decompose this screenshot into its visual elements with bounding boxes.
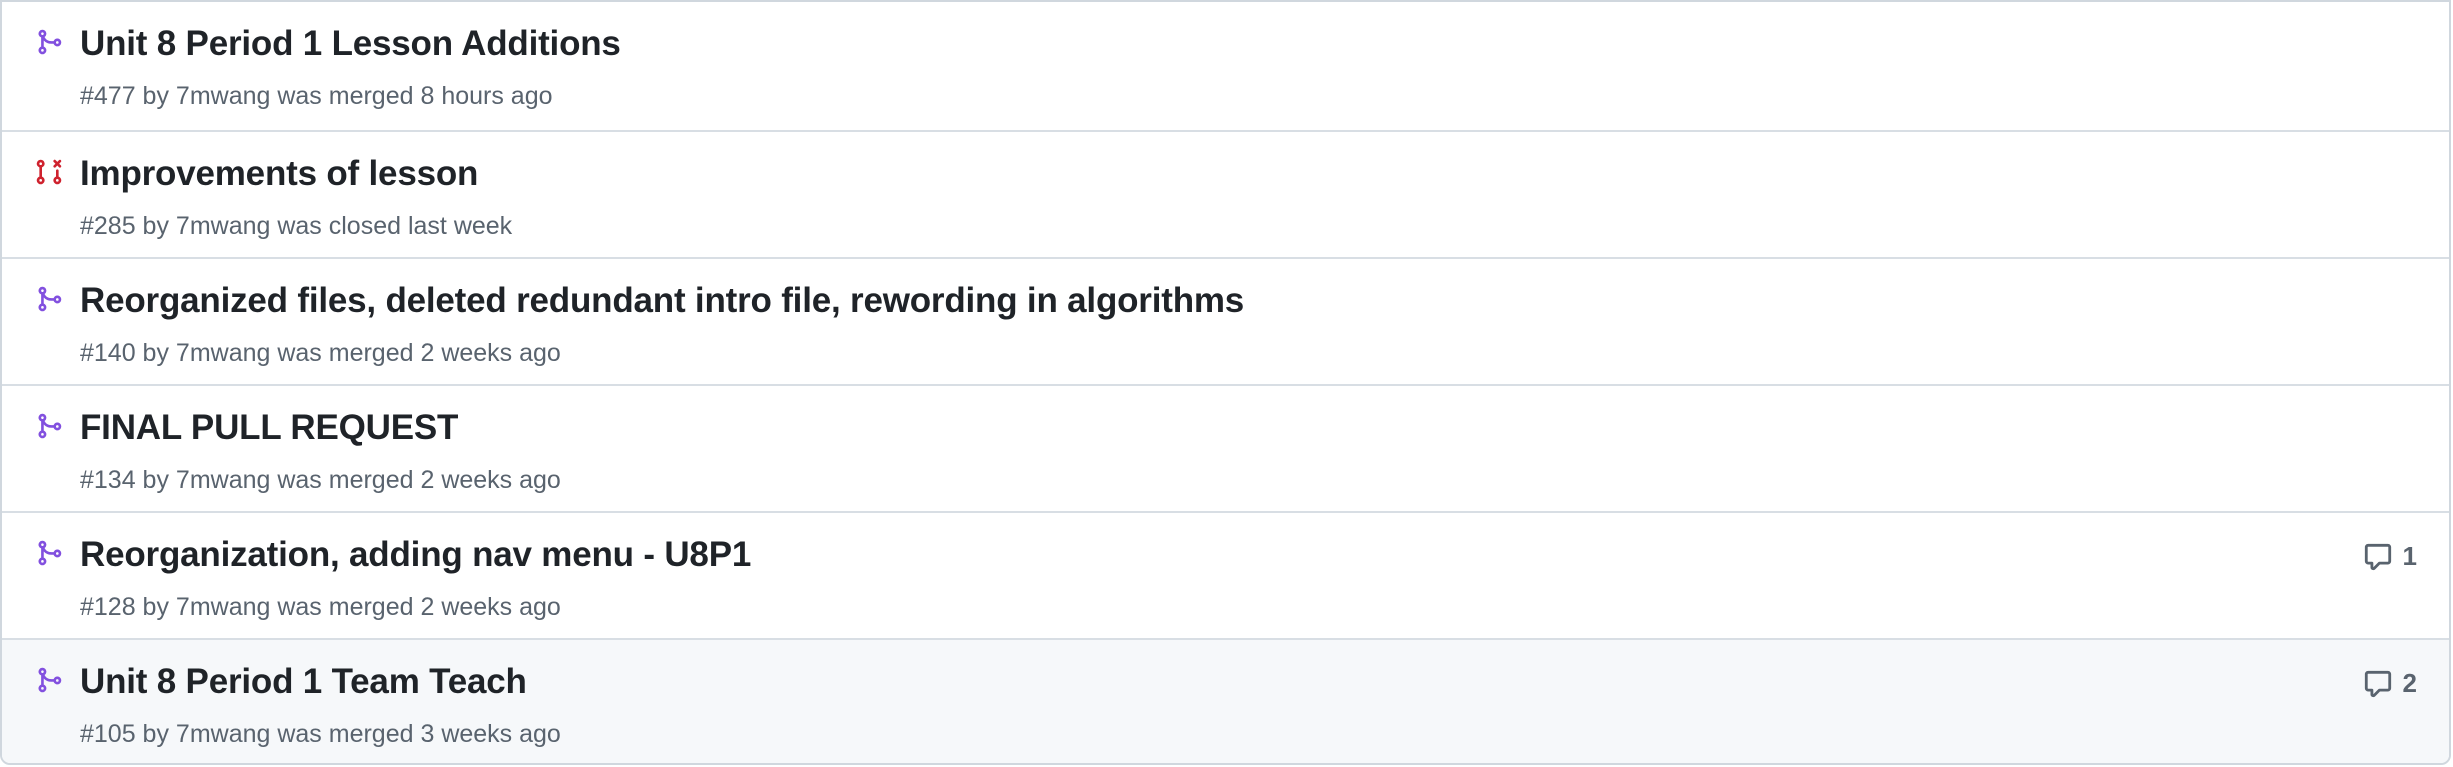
git-pull-request-closed-icon: [35, 158, 63, 186]
pull-request-meta: #477 by 7mwang was merged 8 hours ago: [80, 82, 553, 110]
comments-link[interactable]: 2: [2363, 668, 2417, 699]
comments-link[interactable]: 1: [2363, 541, 2417, 572]
pull-request-row[interactable]: Unit 8 Period 1 Team Teach #105 by 7mwan…: [2, 638, 2449, 763]
git-merge-icon: [35, 666, 63, 694]
pull-request-title-link[interactable]: Reorganized files, deleted redundant int…: [80, 281, 1244, 321]
pull-request-meta: #140 by 7mwang was merged 2 weeks ago: [80, 339, 561, 367]
pull-request-meta: #285 by 7mwang was closed last week: [80, 212, 513, 240]
git-merge-icon: [35, 412, 63, 440]
pull-request-list: Unit 8 Period 1 Lesson Additions #477 by…: [0, 0, 2451, 765]
comment-count: 2: [2402, 668, 2417, 698]
pull-request-meta: #105 by 7mwang was merged 3 weeks ago: [80, 720, 561, 748]
pull-request-meta: #134 by 7mwang was merged 2 weeks ago: [80, 466, 561, 494]
git-merge-icon: [35, 285, 63, 313]
pull-request-title-link[interactable]: Improvements of lesson: [80, 154, 478, 194]
git-merge-icon: [35, 539, 63, 567]
pull-request-title-link[interactable]: Reorganization, adding nav menu - U8P1: [80, 535, 751, 575]
pull-request-row[interactable]: FINAL PULL REQUEST #134 by 7mwang was me…: [2, 384, 2449, 511]
pull-request-title-link[interactable]: FINAL PULL REQUEST: [80, 408, 458, 448]
comment-icon: [2363, 669, 2393, 699]
pull-request-row[interactable]: Improvements of lesson #285 by 7mwang wa…: [2, 130, 2449, 257]
pull-request-meta: #128 by 7mwang was merged 2 weeks ago: [80, 593, 561, 621]
pull-request-row[interactable]: Reorganized files, deleted redundant int…: [2, 257, 2449, 384]
comment-icon: [2363, 542, 2393, 572]
pull-request-row[interactable]: Unit 8 Period 1 Lesson Additions #477 by…: [2, 2, 2449, 130]
pull-request-row[interactable]: Reorganization, adding nav menu - U8P1 #…: [2, 511, 2449, 638]
pull-request-title-link[interactable]: Unit 8 Period 1 Team Teach: [80, 662, 527, 702]
git-merge-icon: [35, 28, 63, 56]
comment-count: 1: [2402, 541, 2417, 571]
pull-request-title-link[interactable]: Unit 8 Period 1 Lesson Additions: [80, 24, 621, 64]
